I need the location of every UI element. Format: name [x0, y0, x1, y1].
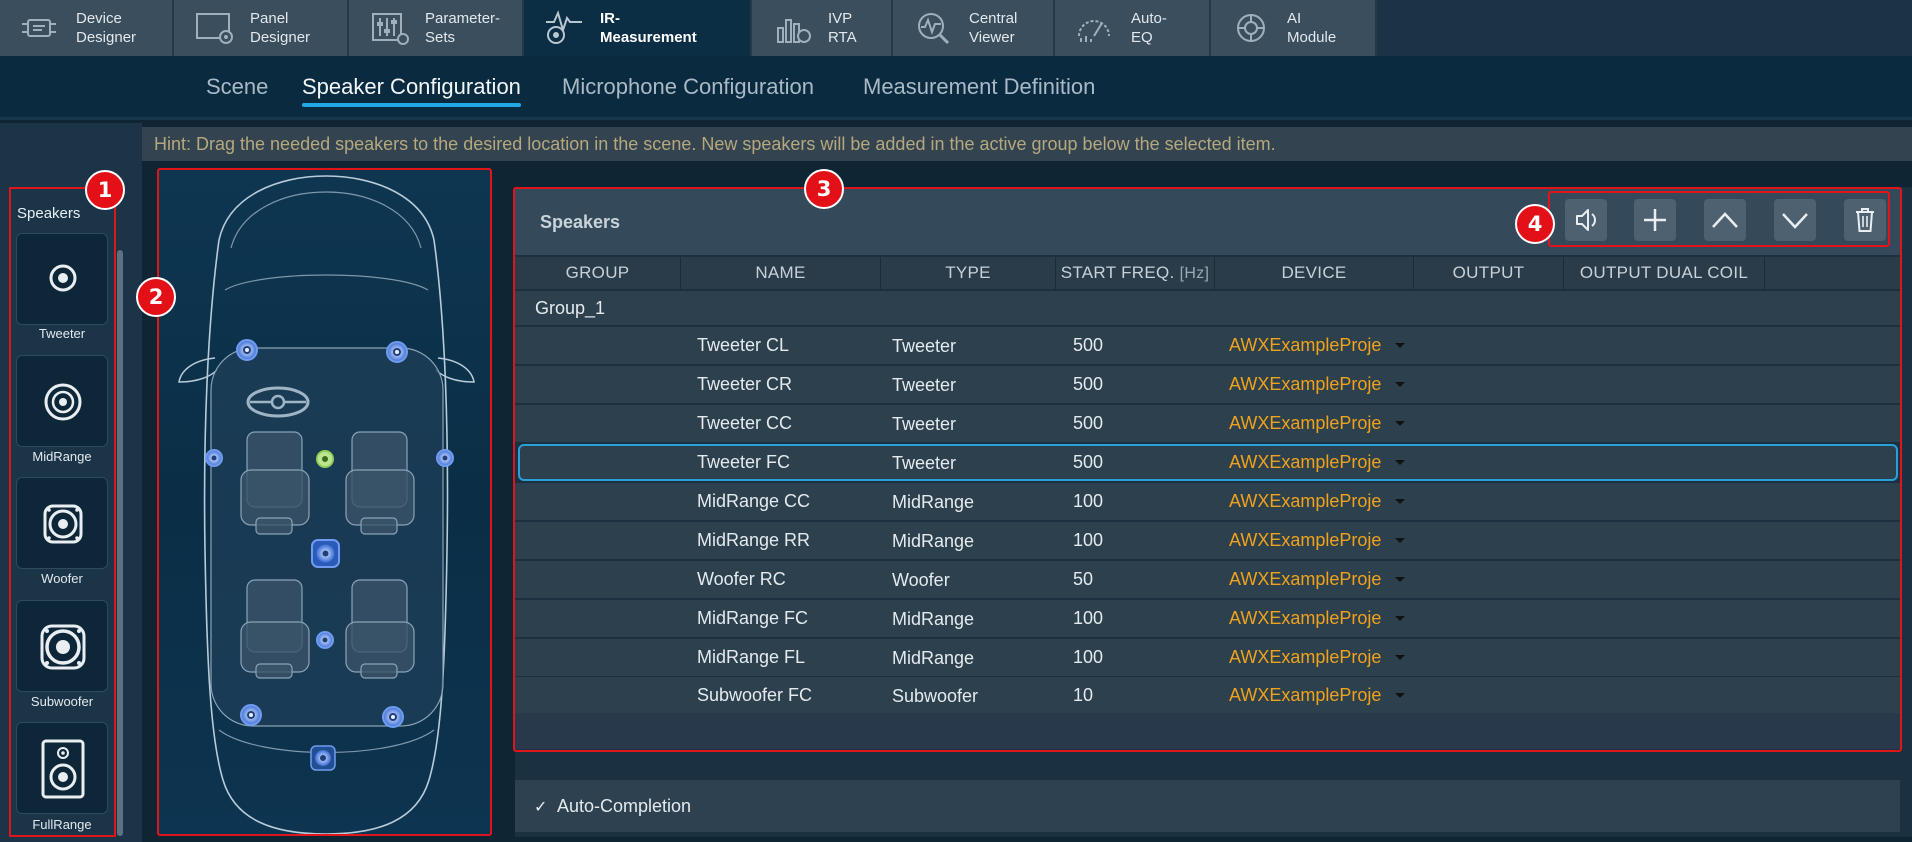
palette-label: Subwoofer [30, 694, 94, 709]
module-tab-label: IVP RTA [828, 10, 857, 46]
module-tab-ivp-rta[interactable]: IVP RTA [752, 0, 893, 56]
car-scene[interactable] [157, 168, 492, 836]
module-tab-label: Auto- EQ [1131, 10, 1167, 46]
palette-scrollbar[interactable] [117, 250, 123, 836]
annotation-badge-1: 1 [85, 170, 125, 210]
annotation-badge-2: 2 [136, 277, 176, 317]
palette-label: Tweeter [38, 326, 86, 341]
annotation-badge-4: 4 [1515, 204, 1555, 244]
palette-subwoofer[interactable] [16, 600, 108, 692]
palette-label: Woofer [41, 571, 83, 586]
module-tab-label: Parameter- Sets [425, 10, 501, 46]
palette-fullrange[interactable] [16, 722, 108, 814]
placed-speaker-midrange-cc[interactable] [316, 631, 334, 649]
module-tab-label: IR- Measurement [600, 10, 697, 46]
auto-eq-icon [1078, 20, 1110, 42]
module-tab-label: Central Viewer [969, 10, 1018, 46]
parameter-sets-icon [372, 13, 409, 45]
module-tabs: Device Designer Panel Designer Parameter… [0, 0, 1377, 56]
device-designer-icon [22, 19, 56, 37]
sub-navigation: Scene Speaker Configuration Microphone C… [0, 56, 1912, 120]
placed-speaker-tweeter-cc-selected[interactable] [316, 450, 334, 468]
palette-woofer[interactable] [16, 477, 108, 569]
woofer-icon [43, 504, 83, 544]
panel-footer [515, 780, 1900, 832]
tweeter-icon [49, 264, 77, 292]
module-bar: Device Designer Panel Designer Parameter… [0, 0, 1912, 56]
auto-completion-checkbox[interactable]: ✓ [534, 797, 547, 817]
central-viewer-icon [918, 13, 950, 45]
module-tab-device-designer[interactable]: Device Designer [0, 0, 174, 56]
placed-speaker-rear-left[interactable] [240, 704, 262, 726]
placed-speaker-subwoofer-fc[interactable] [310, 745, 336, 771]
panel-designer-icon [196, 13, 233, 44]
palette-tweeter[interactable] [16, 233, 108, 325]
placed-speakers [205, 339, 454, 771]
subwoofer-icon [40, 624, 86, 670]
subtab-speaker-configuration[interactable]: Speaker Configuration [302, 74, 521, 107]
module-tab-ir-measurement[interactable]: IR- Measurement [524, 0, 752, 56]
subtab-scene[interactable]: Scene [206, 74, 268, 100]
midrange-icon [44, 383, 82, 421]
palette-label: FullRange [32, 817, 92, 832]
palette-label: MidRange [32, 449, 92, 464]
ai-module-icon [1237, 14, 1265, 42]
fullrange-icon [41, 739, 85, 799]
auto-completion-label: Auto-Completion [557, 796, 692, 816]
hint-text: Hint: Drag the needed speakers to the de… [154, 134, 1276, 154]
module-tab-label: AI Module [1287, 10, 1337, 46]
module-tab-central-viewer[interactable]: Central Viewer [893, 0, 1055, 56]
palette-midrange[interactable] [16, 355, 108, 447]
placed-speaker-woofer-rc[interactable] [311, 539, 340, 568]
ir-measurement-icon [546, 10, 582, 44]
placed-speaker-tweeter-cr[interactable] [386, 341, 408, 363]
module-tab-panel-designer[interactable]: Panel Designer [174, 0, 349, 56]
placed-speaker-right-door[interactable] [436, 449, 454, 467]
subtab-measurement-definition[interactable]: Measurement Definition [863, 74, 1095, 100]
module-tab-parameter-sets[interactable]: Parameter- Sets [349, 0, 524, 56]
placed-speaker-tweeter-cl[interactable] [236, 339, 258, 361]
speaker-table-panel [513, 187, 1902, 752]
module-tab-label: Panel Designer [250, 10, 311, 46]
module-tab-auto-eq[interactable]: Auto- EQ [1055, 0, 1211, 56]
annotation-badge-3: 3 [804, 169, 844, 209]
subtab-microphone-configuration[interactable]: Microphone Configuration [562, 74, 814, 100]
placed-speaker-left-door[interactable] [205, 449, 223, 467]
module-tab-label: Device Designer [76, 10, 137, 46]
placed-speaker-rear-right[interactable] [382, 706, 404, 728]
palette-title: Speakers [17, 205, 81, 222]
ivp-rta-icon [777, 19, 811, 43]
module-tab-ai-module[interactable]: AI Module [1211, 0, 1377, 56]
